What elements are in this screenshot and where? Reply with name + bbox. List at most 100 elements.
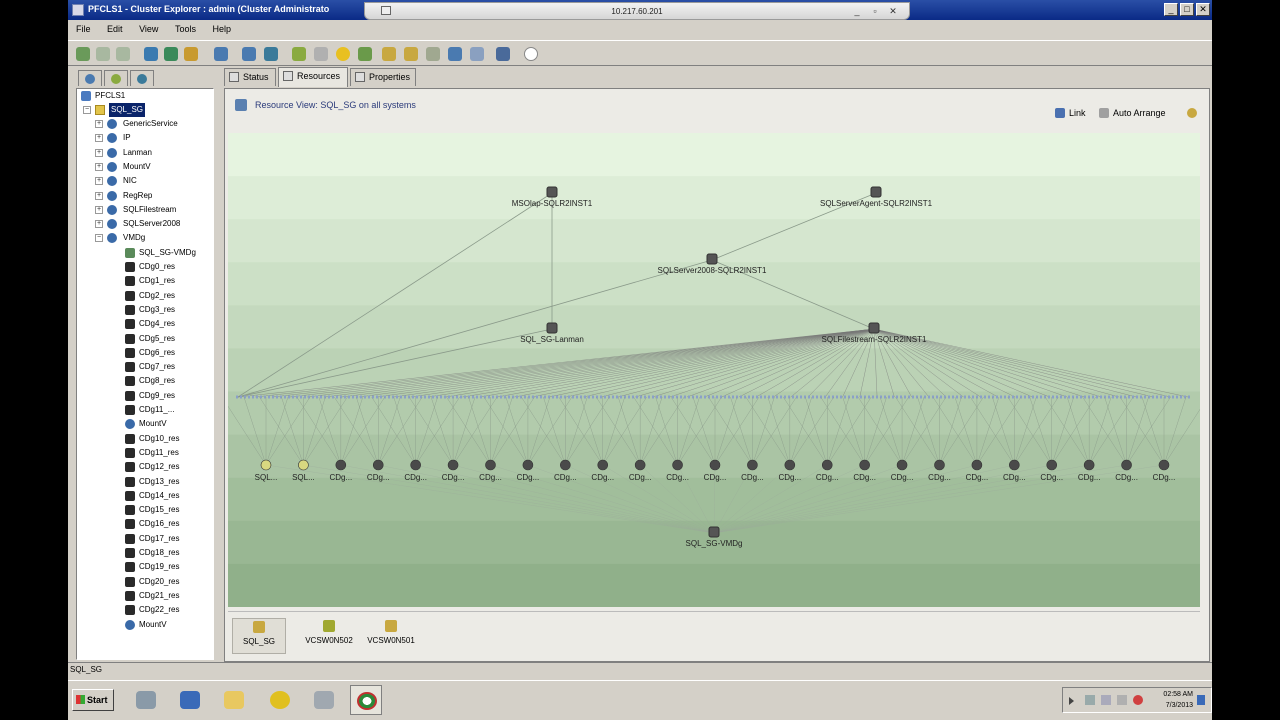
tab-resources[interactable]: Resources <box>278 67 348 87</box>
save-config-icon[interactable] <box>496 47 510 61</box>
resource-leaf-node[interactable] <box>335 459 347 471</box>
expand-icon[interactable]: + <box>95 191 103 200</box>
config-wizard-icon[interactable] <box>292 47 306 61</box>
powershell-icon[interactable] <box>174 685 206 715</box>
menu-help[interactable]: Help <box>204 21 237 34</box>
remote-cluster-icon[interactable] <box>448 47 462 61</box>
tab-service-groups[interactable] <box>78 70 102 86</box>
close-button[interactable]: ✕ <box>1196 3 1210 16</box>
resource-leaf-node[interactable] <box>672 459 683 471</box>
system-item-node-2[interactable]: VCSW0N502 <box>298 618 360 654</box>
resource-leaf-node[interactable] <box>447 459 459 471</box>
resource-leaf-node[interactable] <box>709 459 721 471</box>
auto-arrange-button[interactable]: Auto Arrange <box>1099 105 1166 121</box>
resource-leaf-node[interactable] <box>260 459 272 471</box>
rdp-connection-bar: 10.217.60.201 _ ▫ ✕ <box>364 2 910 20</box>
expand-icon[interactable]: + <box>95 148 103 157</box>
resource-leaf-node[interactable] <box>597 459 609 471</box>
switch-icon[interactable] <box>184 47 198 61</box>
veritas-icon[interactable] <box>264 685 296 715</box>
resource-node[interactable] <box>708 526 720 538</box>
expand-icon[interactable]: + <box>95 120 103 128</box>
minimize-button[interactable]: _ <box>1164 3 1178 16</box>
flag-icon[interactable] <box>1085 695 1095 705</box>
new-service-group-icon[interactable] <box>96 47 110 61</box>
collapse-icon[interactable]: − <box>95 234 103 243</box>
rdp-close-icon[interactable]: ✕ <box>887 5 899 17</box>
network-tray-icon[interactable] <box>1101 695 1111 705</box>
menu-file[interactable]: File <box>68 21 97 34</box>
resource-leaf-node[interactable] <box>934 459 945 471</box>
resource-leaf-node[interactable] <box>1083 459 1095 471</box>
query-icon[interactable] <box>314 47 328 61</box>
expand-icon[interactable]: + <box>95 134 103 143</box>
resource-leaf-node[interactable] <box>485 459 496 471</box>
tab-systems[interactable] <box>104 70 128 86</box>
resource-leaf-node[interactable] <box>1046 459 1058 471</box>
templates-icon[interactable] <box>382 47 396 61</box>
print-icon[interactable] <box>426 47 440 61</box>
resource-leaf-node[interactable] <box>784 459 796 471</box>
resource-leaf-node[interactable] <box>1158 459 1170 471</box>
commands-icon[interactable] <box>404 47 418 61</box>
resource-leaf-node[interactable] <box>522 459 534 471</box>
resource-leaf-node[interactable] <box>747 459 758 471</box>
cluster-explorer-taskbar-icon[interactable] <box>350 685 382 715</box>
tab-types[interactable] <box>130 70 154 86</box>
network-icon[interactable] <box>308 685 340 715</box>
expand-icon[interactable]: + <box>95 205 103 214</box>
resource-leaf-node[interactable] <box>896 459 908 471</box>
menu-tools[interactable]: Tools <box>167 21 202 34</box>
resource-node[interactable] <box>706 253 718 265</box>
link-icon[interactable] <box>214 47 228 61</box>
resource-node[interactable] <box>546 322 558 334</box>
tab-properties[interactable]: Properties <box>350 68 416 86</box>
resource-leaf-node[interactable] <box>971 459 983 471</box>
resource-leaf-node[interactable] <box>372 459 384 471</box>
rdp-minimize-icon[interactable]: _ <box>851 5 863 17</box>
system-item-sql-sg[interactable]: SQL_SG <box>232 618 286 654</box>
expand-icon[interactable]: + <box>95 177 103 186</box>
resource-leaf-node[interactable] <box>1121 459 1132 471</box>
resource-node[interactable] <box>546 186 558 198</box>
resource-leaf-node[interactable] <box>859 459 870 471</box>
link-button[interactable]: Link <box>1055 105 1086 121</box>
add-cluster-icon[interactable] <box>76 47 90 61</box>
resource-leaf-node[interactable] <box>410 459 421 471</box>
server-manager-icon[interactable] <box>130 685 162 715</box>
alert-tray-icon[interactable] <box>1133 695 1143 705</box>
help-icon[interactable] <box>524 47 538 61</box>
menu-view[interactable]: View <box>131 21 164 34</box>
resource-leaf-node[interactable] <box>634 459 646 471</box>
resource-icon <box>125 562 135 573</box>
resource-leaf-node[interactable] <box>1009 459 1020 471</box>
refresh-icon[interactable] <box>264 47 278 61</box>
online-icon[interactable] <box>144 47 158 61</box>
resource-leaf-node[interactable] <box>298 459 309 471</box>
resource-node[interactable] <box>868 322 880 334</box>
show-hidden-icons-icon[interactable] <box>1069 697 1074 705</box>
resource-icon <box>125 347 135 358</box>
zoom-button[interactable] <box>1187 105 1199 121</box>
offline-icon[interactable] <box>164 47 178 61</box>
resource-leaf-node[interactable] <box>560 459 571 471</box>
logs-icon[interactable] <box>358 47 372 61</box>
alert-icon[interactable] <box>336 47 350 61</box>
menu-edit[interactable]: Edit <box>99 21 129 34</box>
new-resource-icon[interactable] <box>116 47 130 61</box>
volume-icon[interactable] <box>1117 695 1127 705</box>
rdp-restore-icon[interactable]: ▫ <box>869 5 881 17</box>
unlink-icon[interactable] <box>242 47 256 61</box>
resource-leaf-node[interactable] <box>821 459 833 471</box>
collapse-icon[interactable]: − <box>83 106 91 114</box>
resource-node[interactable] <box>870 186 882 198</box>
tab-status[interactable]: Status <box>224 68 276 86</box>
start-button[interactable]: Start <box>72 689 114 711</box>
maximize-button[interactable]: □ <box>1180 3 1194 16</box>
explorer-icon[interactable] <box>218 685 250 715</box>
show-desktop-icon[interactable] <box>1197 695 1205 705</box>
system-item-node-1[interactable]: VCSW0N501 <box>360 618 422 654</box>
expand-icon[interactable]: + <box>95 162 103 171</box>
virtual-fire-drill-icon[interactable] <box>470 47 484 61</box>
expand-icon[interactable]: + <box>95 220 103 229</box>
